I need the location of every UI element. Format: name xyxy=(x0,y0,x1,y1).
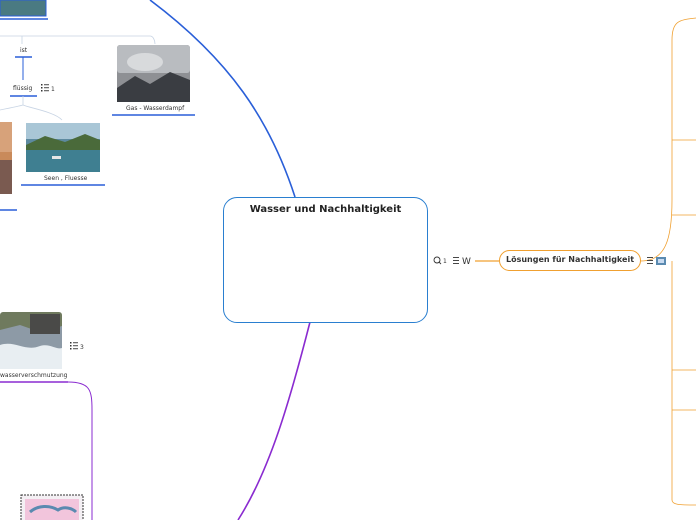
list-icon xyxy=(647,257,653,264)
list-icon xyxy=(41,84,49,92)
branch-orange-right xyxy=(640,17,696,506)
node-ist[interactable]: ist xyxy=(20,47,28,54)
solution-topic[interactable]: Lösungen für Nachhaltigkeit xyxy=(499,250,641,271)
node-fluessig[interactable]: flüssig xyxy=(13,85,33,92)
fluessig-count: 1 xyxy=(51,86,55,93)
verschmutzung-count: 3 xyxy=(80,344,84,351)
branch-purple-main xyxy=(237,321,311,520)
stamp-image[interactable] xyxy=(20,494,84,520)
connector-fluessig xyxy=(0,96,63,121)
comment-count: 1 xyxy=(443,258,447,265)
list-icon xyxy=(453,257,459,264)
top-image-node[interactable] xyxy=(0,0,47,17)
list-icon xyxy=(70,342,78,350)
node-seen[interactable]: Seen , Fluesse xyxy=(44,175,88,182)
node-verschmutzung[interactable]: wasserverschmutzung xyxy=(0,372,68,379)
attachment-image-icon[interactable] xyxy=(656,257,666,265)
gas-image[interactable] xyxy=(117,45,190,102)
link-symbol[interactable]: W xyxy=(462,257,471,267)
central-title: Wasser und Nachhaltigkeit xyxy=(249,204,402,215)
connector-ist xyxy=(0,35,156,45)
seen-image[interactable] xyxy=(26,123,100,172)
sunset-image[interactable] xyxy=(0,122,12,194)
comment-icon[interactable] xyxy=(433,256,442,265)
central-topic[interactable]: Wasser und Nachhaltigkeit xyxy=(223,197,428,323)
verschmutzung-image[interactable] xyxy=(0,312,62,369)
node-gas[interactable]: Gas - Wasserdampf xyxy=(126,105,185,112)
